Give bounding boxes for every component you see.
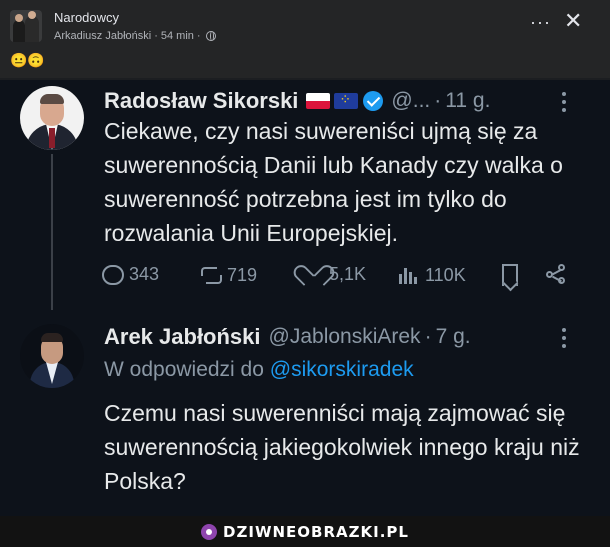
flag-pl-icon (306, 93, 331, 109)
tweet-time: 11 g. (445, 89, 491, 112)
tweet-handle: @... (391, 89, 431, 112)
tweet-text: Ciekawe, czy nasi suwereniści ujmą się z… (104, 118, 563, 246)
meta-separator: · (154, 30, 158, 42)
globe-icon (205, 31, 216, 41)
avatar (20, 324, 84, 388)
reply-count: 343 (129, 264, 160, 284)
share-action (546, 264, 568, 286)
post-header: Narodowcy Arkadiusz Jabłoński · 54 min ·… (0, 0, 610, 78)
post-time[interactable]: 54 min (161, 30, 194, 42)
reply-action: 343 (102, 264, 159, 285)
post-author[interactable]: Arkadiusz Jabłoński (54, 30, 151, 42)
tweet-more-icon (560, 328, 568, 352)
tweet-separator: · (434, 89, 442, 112)
watermark-bar: DZIWNEOBRAZKI.PL (0, 516, 610, 547)
post-caption: 😐🙃 (10, 52, 45, 68)
bookmark-action (502, 264, 518, 286)
watermark-icon (201, 523, 218, 540)
tweet-header: Radosław Sikorski @... · 11 g. (104, 86, 490, 116)
meta-separator: · (196, 30, 201, 42)
views-count: 110K (425, 264, 466, 285)
reply-to-line: W odpowiedzi do @sikorskiradek (104, 358, 414, 382)
more-icon[interactable]: ··· (530, 12, 551, 33)
retweet-count: 719 (227, 264, 258, 285)
thread-line (51, 154, 53, 310)
tweet-time: 7 g. (435, 325, 471, 348)
like-count: 5,1K (329, 264, 367, 284)
group-avatar[interactable] (10, 10, 42, 42)
flag-eu-icon (334, 91, 359, 109)
bookmark-icon (502, 264, 518, 286)
avatar (20, 86, 84, 150)
share-icon (546, 264, 568, 286)
tweet-more-icon (560, 92, 568, 116)
like-icon (302, 265, 324, 285)
tweet-handle: @JablonskiArek (268, 325, 421, 348)
like-action: 5,1K (302, 264, 366, 285)
reply-prefix: W odpowiedzi do (104, 358, 264, 381)
tweet-author-name: Arek Jabłoński (104, 324, 261, 349)
verified-icon (363, 91, 384, 111)
post-meta: Arkadiusz Jabłoński · 54 min · (54, 30, 216, 42)
post-image[interactable]: Radosław Sikorski @... · 11 g. Ciekawe, … (0, 80, 610, 516)
reply-icon (102, 264, 124, 285)
views-icon (398, 264, 420, 286)
close-icon[interactable]: ✕ (564, 8, 582, 34)
reply-mention: @sikorskiradek (269, 358, 414, 381)
group-name[interactable]: Narodowcy (54, 10, 119, 25)
tweet-text: Czemu nasi suwerenniści mają zajmować si… (104, 400, 580, 494)
tweet-header: Arek Jabłoński @JablonskiArek · 7 g. (104, 322, 471, 352)
retweet-icon (200, 264, 222, 286)
tweet-actions: 343 719 5,1K 110K (100, 264, 580, 292)
tweet-separator: · (424, 325, 432, 348)
views-action: 110K (398, 264, 466, 286)
watermark-text: DZIWNEOBRAZKI.PL (223, 522, 409, 541)
retweet-action: 719 (200, 264, 257, 286)
tweet-author-name: Radosław Sikorski (104, 88, 299, 113)
